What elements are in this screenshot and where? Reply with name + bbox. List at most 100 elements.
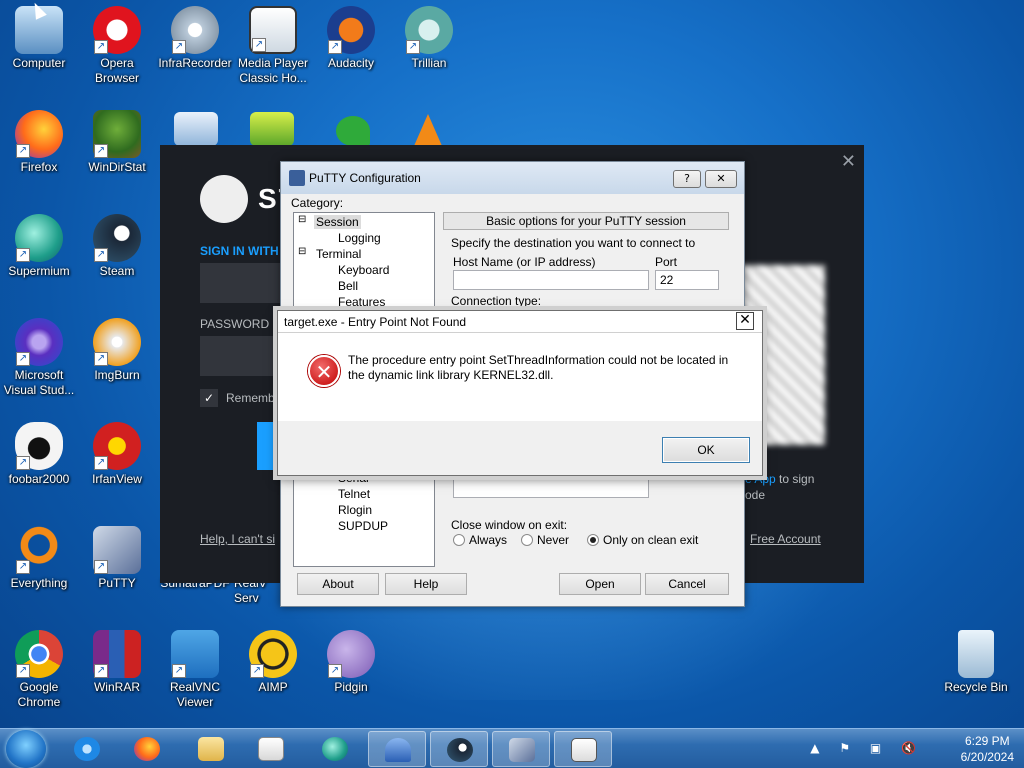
tree-item-telnet[interactable]: Telnet bbox=[338, 487, 370, 501]
radio-only-clean-exit[interactable]: Only on clean exit bbox=[587, 533, 698, 547]
desktop-icon-putty[interactable]: ↗ PuTTY bbox=[78, 526, 156, 591]
desktop-icon-everything[interactable]: ↗ Everything bbox=[0, 526, 78, 591]
burn-disc-icon: ↗ bbox=[93, 318, 141, 366]
desktop-icon-partial-3[interactable] bbox=[336, 116, 370, 146]
tree-item-logging[interactable]: Logging bbox=[338, 231, 381, 245]
desktop-icon-visual-studio[interactable]: ↗ Microsoft Visual Stud... bbox=[0, 318, 78, 398]
irfanview-icon: ↗ bbox=[93, 422, 141, 470]
steam-free-account-link[interactable]: Free Account bbox=[750, 532, 821, 546]
open-button[interactable]: Open bbox=[559, 573, 641, 595]
desktop-icon-pidgin[interactable]: ↗ Pidgin bbox=[312, 630, 390, 695]
ok-button[interactable]: OK bbox=[662, 437, 750, 463]
tree-item-supdup[interactable]: SUPDUP bbox=[338, 519, 388, 533]
radio-always[interactable]: Always bbox=[453, 533, 507, 547]
putty-icon bbox=[509, 738, 535, 762]
folder-icon bbox=[198, 737, 224, 761]
taskbar-error-dialog[interactable] bbox=[554, 731, 612, 767]
taskbar-ie[interactable] bbox=[58, 731, 116, 767]
desktop-icon-aimp[interactable]: ↗ AIMP bbox=[234, 630, 312, 695]
cancel-button[interactable]: Cancel bbox=[645, 573, 729, 595]
taskbar-steam[interactable] bbox=[430, 731, 488, 767]
error-close-button[interactable]: ✕ bbox=[736, 312, 754, 330]
help-button[interactable]: Help bbox=[385, 573, 467, 595]
icon-label: RealVNC Viewer bbox=[169, 680, 220, 709]
close-window-label: Close window on exit: bbox=[451, 518, 568, 532]
desktop-icon-partial-2[interactable] bbox=[250, 112, 294, 146]
desktop-icon-recycle-bin[interactable]: Recycle Bin bbox=[936, 630, 1016, 695]
steam-close-button[interactable]: ✕ bbox=[841, 151, 856, 172]
icon-label: foobar2000 bbox=[8, 472, 70, 486]
taskbar-putty[interactable] bbox=[492, 731, 550, 767]
about-button[interactable]: About bbox=[297, 573, 379, 595]
host-label: Host Name (or IP address) bbox=[453, 255, 596, 269]
icon-label: Trillian bbox=[411, 56, 447, 70]
books-icon: ↗ bbox=[93, 630, 141, 678]
icon-label: Pidgin bbox=[334, 680, 368, 694]
icon-label: IrfanView bbox=[92, 472, 142, 486]
start-button[interactable] bbox=[6, 730, 46, 768]
icon-label: WinRAR bbox=[93, 680, 140, 694]
taskbar-target-app[interactable] bbox=[368, 731, 426, 767]
icon-label: Firefox bbox=[20, 160, 58, 174]
system-tray-icons[interactable]: ▲ ⚑ ▣ 🔇 bbox=[810, 741, 924, 755]
desktop-icon-irfanview[interactable]: ↗ IrfanView bbox=[78, 422, 156, 487]
host-input[interactable] bbox=[453, 270, 649, 290]
desktop-icon-firefox[interactable]: ↗ Firefox bbox=[0, 110, 78, 175]
steam-logo-icon bbox=[200, 175, 248, 223]
icon-label: ImgBurn bbox=[94, 368, 140, 382]
tree-item-keyboard[interactable]: Keyboard bbox=[338, 263, 389, 277]
desktop-icon-foobar2000[interactable]: ↗ foobar2000 bbox=[0, 422, 78, 487]
icon-label: Opera Browser bbox=[94, 56, 139, 85]
desktop-icon-chrome[interactable]: ↗ Google Chrome bbox=[0, 630, 78, 710]
error-icon: ✕ bbox=[308, 355, 340, 387]
desktop-icon-supermium[interactable]: ↗ Supermium bbox=[0, 214, 78, 279]
desktop-icon-winrar[interactable]: ↗ WinRAR bbox=[78, 630, 156, 695]
desktop-icon-realvnc[interactable]: ↗ RealVNC Viewer bbox=[156, 630, 234, 710]
tree-item-rlogin[interactable]: Rlogin bbox=[338, 503, 372, 517]
desktop-icon-windirstat[interactable]: ↗ WinDirStat bbox=[78, 110, 156, 175]
icon-label: Google Chrome bbox=[17, 680, 61, 709]
taskbar-media-player[interactable] bbox=[242, 731, 300, 767]
tree-item-terminal[interactable]: Terminal bbox=[316, 247, 361, 261]
vlc-cone-icon[interactable] bbox=[414, 114, 442, 146]
putty-titlebar[interactable]: PuTTY Configuration ? ✕ bbox=[281, 162, 744, 194]
radio-circle-icon bbox=[453, 534, 465, 546]
desktop-icon-opera[interactable]: ↗ Opera Browser bbox=[78, 6, 156, 86]
tree-item-features[interactable]: Features bbox=[338, 295, 385, 309]
vnc-icon: ↗ bbox=[171, 630, 219, 678]
tree-item-session[interactable]: Session bbox=[314, 215, 361, 229]
desktop-icon-mpc[interactable]: ↗ Media Player Classic Ho... bbox=[234, 6, 312, 86]
putty-help-title-button[interactable]: ? bbox=[673, 170, 701, 188]
radio-never[interactable]: Never bbox=[521, 533, 569, 547]
putty-app-icon bbox=[289, 170, 305, 186]
icon-label: InfraRecorder bbox=[158, 56, 232, 70]
supermium-icon: ↗ bbox=[15, 214, 63, 262]
steam-icon: ↗ bbox=[93, 214, 141, 262]
desktop-icon-infrarecorder[interactable]: ↗ InfraRecorder bbox=[156, 6, 234, 71]
tree-expander-icon[interactable]: ⊟ bbox=[298, 246, 306, 257]
supermium-icon bbox=[322, 737, 348, 761]
tree-expander-icon[interactable]: ⊟ bbox=[298, 214, 306, 225]
saved-sessions-input[interactable] bbox=[453, 478, 649, 498]
desktop-icon-imgburn[interactable]: ↗ ImgBurn bbox=[78, 318, 156, 383]
steam-help-link[interactable]: Help, I can't si bbox=[200, 532, 275, 546]
desktop-icon-steam[interactable]: ↗ Steam bbox=[78, 214, 156, 279]
error-titlebar[interactable]: target.exe - Entry Point Not Found ✕ bbox=[278, 311, 762, 333]
taskbar-explorer[interactable] bbox=[182, 731, 240, 767]
icon-label: Computer bbox=[12, 56, 66, 70]
trillian-icon: ↗ bbox=[405, 6, 453, 54]
steam-remember-checkbox[interactable]: ✓ bbox=[200, 389, 218, 407]
qr-text: ode bbox=[745, 488, 766, 502]
desktop-icon-trillian[interactable]: ↗ Trillian bbox=[390, 6, 468, 71]
port-input[interactable]: 22 bbox=[655, 270, 719, 290]
steam-username-input[interactable] bbox=[200, 263, 290, 303]
steam-sign-in-label: SIGN IN WITH bbox=[200, 244, 279, 258]
taskbar-firefox[interactable] bbox=[118, 731, 176, 767]
putty-close-button[interactable]: ✕ bbox=[705, 170, 737, 188]
icon-label: Recycle Bin bbox=[944, 680, 1008, 694]
clock[interactable]: 6:29 PM 6/20/2024 bbox=[961, 733, 1014, 765]
desktop-icon-partial-1[interactable] bbox=[174, 112, 218, 146]
desktop-icon-audacity[interactable]: ↗ Audacity bbox=[312, 6, 390, 71]
taskbar-supermium[interactable] bbox=[306, 731, 364, 767]
tree-item-bell[interactable]: Bell bbox=[338, 279, 358, 293]
